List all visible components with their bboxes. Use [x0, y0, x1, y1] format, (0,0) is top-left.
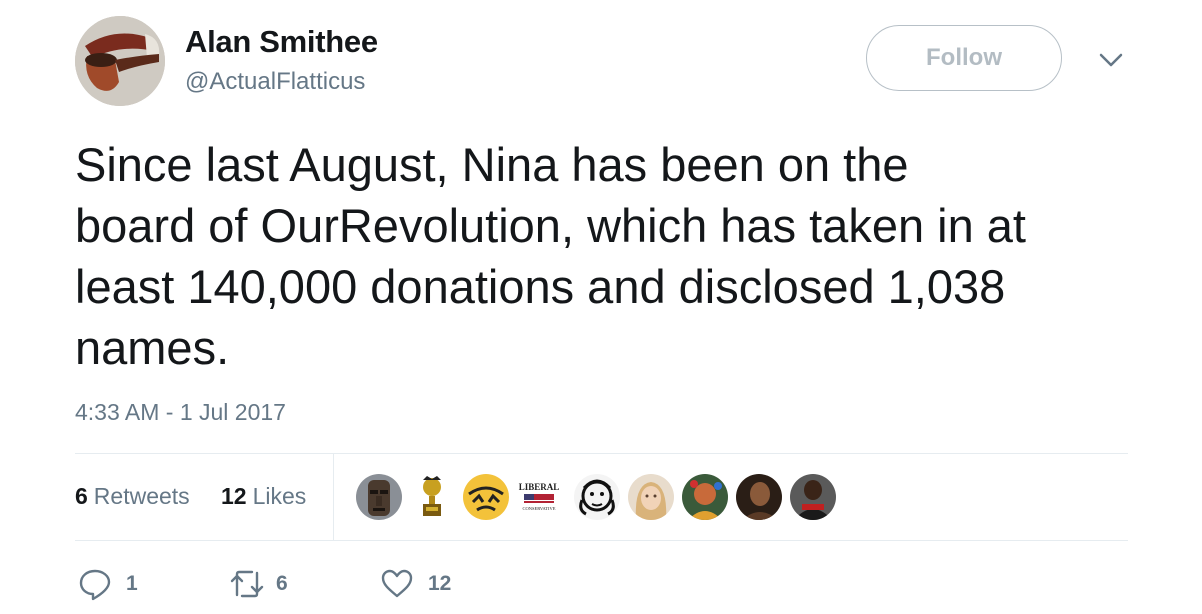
retweet-button[interactable]: 6 [228, 567, 288, 601]
follow-button[interactable]: Follow [866, 25, 1062, 91]
stats-divider [333, 454, 334, 540]
tweet-timestamp[interactable]: 4:33 AM - 1 Jul 2017 [75, 399, 286, 426]
liker-avatar[interactable] [463, 474, 509, 520]
divider [75, 453, 1128, 454]
tweet-text-line: board of OurRevolution, which has taken … [75, 199, 1026, 252]
liker-avatar[interactable] [736, 474, 782, 520]
heart-icon [381, 569, 413, 598]
cartoon-face-avatar [463, 474, 509, 520]
colorful-art-avatar [682, 474, 728, 520]
like-count: 12 [428, 572, 452, 595]
retweets-count: 6 [75, 483, 88, 509]
reply-count: 1 [126, 572, 138, 595]
liker-avatar[interactable] [628, 474, 674, 520]
retweet-icon [230, 570, 264, 598]
liker-avatar[interactable] [574, 474, 620, 520]
retweet-count: 6 [276, 572, 288, 595]
retweets-label: Retweets [93, 483, 190, 509]
chevron-down-icon [1099, 53, 1123, 67]
woman-portrait-avatar [628, 474, 674, 520]
like-button[interactable]: 12 [380, 567, 451, 601]
liker-avatar[interactable]: LIBERAL CONSERVATIVE [516, 474, 562, 520]
liker-avatar[interactable] [409, 474, 455, 520]
author-handle[interactable]: @ActualFlatticus [185, 68, 365, 96]
logo-text-top: LIBERAL [519, 482, 560, 492]
divider [75, 540, 1128, 541]
logo-text-bottom: CONSERVATIVE [522, 506, 555, 511]
tweet-text-line: Since last August, Nina has been on the [75, 138, 909, 191]
tweet-text: Since last August, Nina has been on the … [75, 134, 1155, 378]
dark-portrait-avatar [736, 474, 782, 520]
sketch-portrait-avatar [574, 474, 620, 520]
tweet-menu-button[interactable] [1096, 48, 1126, 72]
reply-icon [79, 569, 111, 601]
liberal-conservative-logo-avatar: LIBERAL CONSERVATIVE [516, 474, 562, 520]
retweets-stat[interactable]: 6 Retweets [75, 483, 190, 510]
author-avatar[interactable] [75, 16, 165, 106]
likes-count: 12 [221, 483, 247, 509]
trophy-avatar [409, 474, 455, 520]
likes-stat[interactable]: 12 Likes [221, 483, 306, 510]
liker-avatar[interactable] [682, 474, 728, 520]
moai-statue-avatar [356, 474, 402, 520]
author-display-name[interactable]: Alan Smithee [185, 24, 378, 60]
liker-avatar[interactable] [356, 474, 402, 520]
liker-avatar[interactable] [790, 474, 836, 520]
tweet-text-line: least 140,000 donations and disclosed 1,… [75, 260, 1006, 313]
tweet-text-line: names. [75, 321, 230, 374]
likes-label: Likes [252, 483, 307, 509]
reply-button[interactable]: 1 [78, 567, 138, 601]
pipe-icon [75, 16, 165, 106]
man-portrait-avatar [790, 474, 836, 520]
